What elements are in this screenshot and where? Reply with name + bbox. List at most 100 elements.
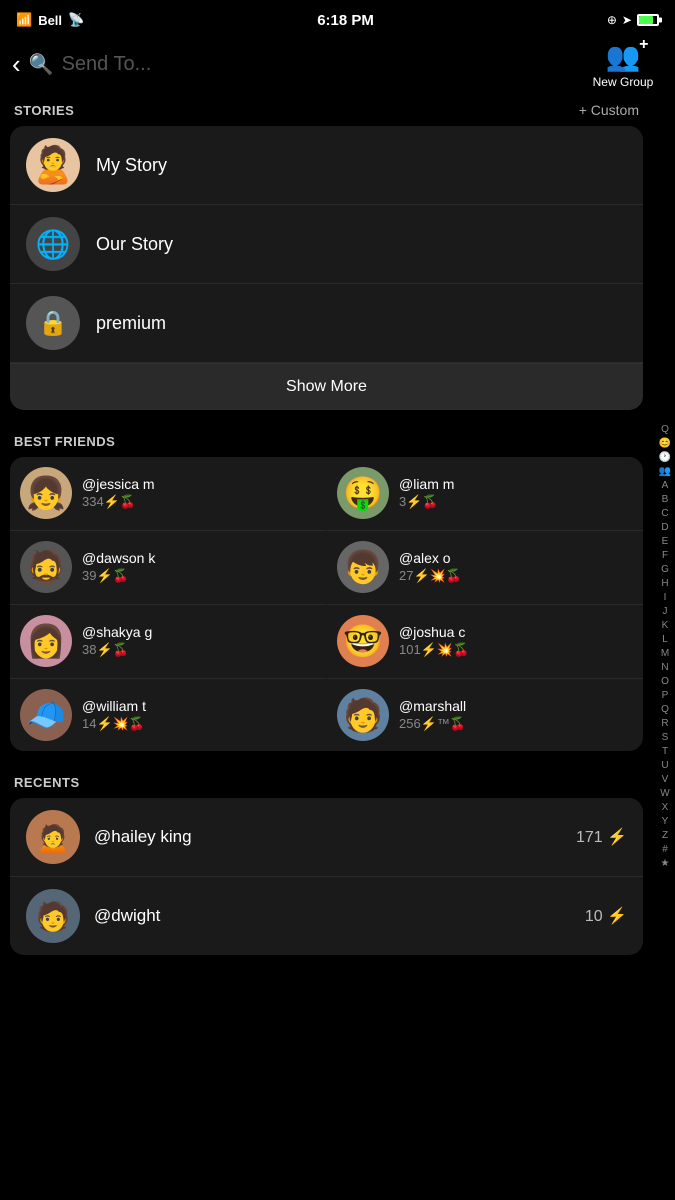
alpha-o[interactable]: O bbox=[661, 675, 669, 688]
dwight-score: 10 ⚡ bbox=[585, 906, 627, 926]
alpha-y[interactable]: Y bbox=[662, 815, 669, 828]
alpha-x[interactable]: X bbox=[662, 801, 669, 814]
stories-card: 🙎 My Story 🌐 Our Story 🔒 premium Show Mo… bbox=[10, 126, 643, 410]
joshua-name: @joshua c bbox=[399, 624, 469, 640]
marshall-info: @marshall 256⚡™🍒 bbox=[399, 698, 466, 732]
friend-jessica[interactable]: 👧 @jessica m 334⚡🍒 bbox=[10, 457, 326, 529]
alpha-l[interactable]: L bbox=[662, 633, 668, 646]
alpha-people[interactable]: 👥 bbox=[659, 465, 671, 478]
alpha-emoji-smile[interactable]: 😊 bbox=[659, 437, 671, 450]
search-placeholder[interactable]: Send To... bbox=[62, 53, 583, 76]
william-info: @william t 14⚡💥🍒 bbox=[82, 698, 146, 732]
alpha-q2[interactable]: Q bbox=[661, 703, 669, 716]
hailey-avatar: 🙍 bbox=[26, 810, 80, 864]
alpha-k[interactable]: K bbox=[662, 619, 669, 632]
friend-shakya-avatar: 👩 bbox=[20, 615, 72, 667]
alpha-n[interactable]: N bbox=[661, 661, 668, 674]
show-more-button[interactable]: Show More bbox=[10, 363, 643, 410]
friend-joshua[interactable]: 🤓 @joshua c 101⚡💥🍒 bbox=[327, 604, 643, 677]
carrier-name: Bell bbox=[38, 13, 62, 28]
alpha-s[interactable]: S bbox=[662, 731, 669, 744]
alpha-h[interactable]: H bbox=[661, 577, 668, 590]
friend-alex[interactable]: 👦 @alex o 27⚡💥🍒 bbox=[327, 530, 643, 603]
liam-score: 3⚡🍒 bbox=[399, 494, 454, 510]
status-icons: ⊕ ➤ bbox=[607, 13, 659, 27]
liam-name: @liam m bbox=[399, 476, 454, 492]
friend-william[interactable]: 🧢 @william t 14⚡💥🍒 bbox=[10, 678, 326, 751]
dawson-info: @dawson k 39⚡🍒 bbox=[82, 550, 155, 584]
dwight-bitmoji: 🧑 bbox=[36, 900, 71, 933]
alpha-w[interactable]: W bbox=[660, 787, 669, 800]
alpha-v[interactable]: V bbox=[662, 773, 669, 786]
alpha-p[interactable]: P bbox=[662, 689, 669, 702]
shakya-score: 38⚡🍒 bbox=[82, 642, 152, 658]
recents-title: RECENTS bbox=[14, 775, 80, 790]
hailey-score: 171 ⚡ bbox=[576, 827, 627, 847]
alpha-m[interactable]: M bbox=[661, 647, 669, 660]
my-story-item[interactable]: 🙎 My Story bbox=[10, 126, 643, 205]
alpha-i[interactable]: I bbox=[664, 591, 667, 604]
dwight-avatar: 🧑 bbox=[26, 889, 80, 943]
recent-dwight[interactable]: 🧑 @dwight 10 ⚡ bbox=[10, 877, 643, 955]
premium-story-avatar: 🔒 bbox=[26, 296, 80, 350]
our-story-name: Our Story bbox=[96, 234, 173, 255]
jessica-bitmoji: 👧 bbox=[26, 474, 66, 512]
friend-dawson[interactable]: 🧔 @dawson k 39⚡🍒 bbox=[10, 530, 326, 603]
hailey-name: @hailey king bbox=[94, 827, 576, 847]
alpha-b[interactable]: B bbox=[662, 493, 669, 506]
time-display: 6:18 PM bbox=[317, 12, 374, 29]
alpha-star[interactable]: ★ bbox=[661, 857, 670, 870]
main-content: STORIES + Custom 🙎 My Story 🌐 Our Story … bbox=[0, 92, 675, 955]
friend-liam[interactable]: 🤑 @liam m 3⚡🍒 bbox=[327, 457, 643, 529]
marshall-score: 256⚡™🍒 bbox=[399, 716, 466, 732]
carrier-info: 📶 Bell 📡 bbox=[16, 12, 84, 28]
my-story-name: My Story bbox=[96, 155, 167, 176]
alpha-u[interactable]: U bbox=[661, 759, 668, 772]
friend-shakya[interactable]: 👩 @shakya g 38⚡🍒 bbox=[10, 604, 326, 677]
jessica-name: @jessica m bbox=[82, 476, 155, 492]
premium-story-name: premium bbox=[96, 313, 166, 334]
alpha-r[interactable]: R bbox=[661, 717, 668, 730]
friend-william-avatar: 🧢 bbox=[20, 689, 72, 741]
back-button[interactable]: ‹ bbox=[12, 51, 21, 77]
recent-hailey[interactable]: 🙍 @hailey king 171 ⚡ bbox=[10, 798, 643, 877]
joshua-info: @joshua c 101⚡💥🍒 bbox=[399, 624, 469, 658]
premium-story-item[interactable]: 🔒 premium bbox=[10, 284, 643, 363]
best-friends-title: BEST FRIENDS bbox=[14, 434, 115, 449]
alpha-f[interactable]: F bbox=[662, 549, 668, 562]
stories-section-header: STORIES + Custom bbox=[0, 92, 653, 126]
alpha-a[interactable]: A bbox=[662, 479, 669, 492]
alpha-q1[interactable]: Q bbox=[661, 423, 669, 436]
friend-jessica-avatar: 👧 bbox=[20, 467, 72, 519]
alpha-c[interactable]: C bbox=[661, 507, 668, 520]
globe-icon: 🌐 bbox=[36, 228, 71, 261]
alpha-z[interactable]: Z bbox=[662, 829, 668, 842]
friend-joshua-avatar: 🤓 bbox=[337, 615, 389, 667]
shakya-bitmoji: 👩 bbox=[26, 622, 66, 660]
alex-info: @alex o 27⚡💥🍒 bbox=[399, 550, 462, 584]
alpha-clock[interactable]: 🕐 bbox=[659, 451, 671, 464]
header: ‹ 🔍 Send To... 👥 + New Group bbox=[0, 36, 675, 92]
new-group-button[interactable]: 👥 + New Group bbox=[583, 40, 663, 89]
alpha-hash[interactable]: # bbox=[662, 843, 668, 856]
william-score: 14⚡💥🍒 bbox=[82, 716, 146, 732]
recents-section-header: RECENTS bbox=[0, 765, 653, 798]
alphabet-sidebar: Q 😊 🕐 👥 A B C D E F G H I J K L M N O P … bbox=[655, 92, 675, 1200]
recents-card: 🙍 @hailey king 171 ⚡ 🧑 @dwight 10 ⚡ bbox=[10, 798, 643, 955]
alpha-t[interactable]: T bbox=[662, 745, 668, 758]
alpha-e[interactable]: E bbox=[662, 535, 669, 548]
search-icon: 🔍 bbox=[29, 52, 54, 77]
alpha-j[interactable]: J bbox=[663, 605, 668, 618]
alex-score: 27⚡💥🍒 bbox=[399, 568, 462, 584]
joshua-bitmoji: 🤓 bbox=[343, 622, 383, 660]
our-story-item[interactable]: 🌐 Our Story bbox=[10, 205, 643, 284]
friend-marshall[interactable]: 🧑 @marshall 256⚡™🍒 bbox=[327, 678, 643, 751]
new-group-icon: 👥 + bbox=[606, 40, 641, 73]
alpha-g[interactable]: G bbox=[661, 563, 669, 576]
group-people-icon: 👥 bbox=[606, 41, 641, 72]
best-friends-grid: 👧 @jessica m 334⚡🍒 🤑 @liam m 3⚡🍒 🧔 @daws… bbox=[10, 457, 643, 751]
liam-bitmoji: 🤑 bbox=[343, 474, 383, 512]
custom-button[interactable]: + Custom bbox=[579, 102, 639, 118]
william-bitmoji: 🧢 bbox=[26, 696, 66, 734]
alpha-d[interactable]: D bbox=[661, 521, 668, 534]
